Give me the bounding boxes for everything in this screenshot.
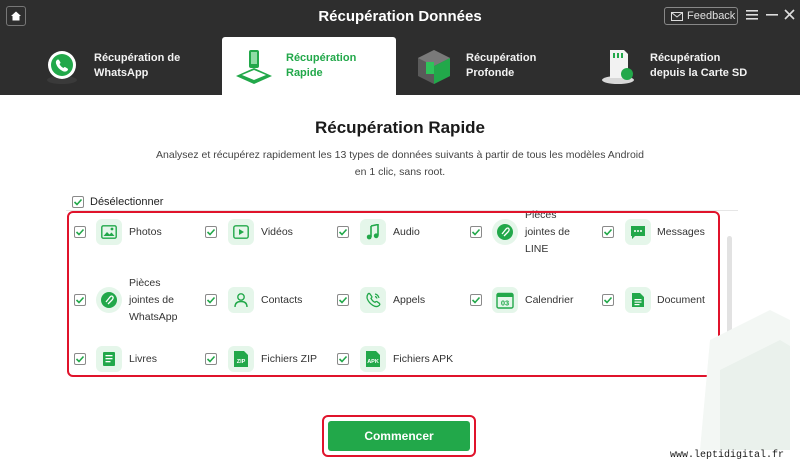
mail-icon xyxy=(671,11,683,21)
tab-label: Récupération Rapide xyxy=(286,52,357,79)
item-label: Messages xyxy=(657,226,705,238)
data-type-audio[interactable] xyxy=(337,226,349,238)
checkbox[interactable] xyxy=(337,353,349,365)
video-icon xyxy=(228,219,254,245)
data-type-photos[interactable] xyxy=(74,226,86,238)
book-icon xyxy=(96,346,122,372)
data-type-whatsapp-attachments[interactable] xyxy=(74,294,86,306)
minimize-icon[interactable] xyxy=(766,6,778,28)
item-label: Calendrier xyxy=(525,294,574,306)
background-decoration xyxy=(700,310,790,450)
item-label: Audio xyxy=(393,226,420,238)
calendar-day-text: 03 xyxy=(501,299,509,308)
tab-label: Récupération de WhatsApp xyxy=(94,52,181,79)
page-title: Récupération Rapide xyxy=(314,118,486,137)
hamburger-icon[interactable] xyxy=(746,6,758,28)
tab-whatsapp-recovery[interactable]: Récupération de WhatsApp xyxy=(40,37,215,95)
deep-recovery-icon xyxy=(412,44,456,88)
item-label: Photos xyxy=(129,226,162,238)
item-label: Vidéos xyxy=(261,226,293,238)
tab-sd-card-recovery[interactable]: Récupération depuis la Carte SD xyxy=(596,37,776,95)
checkbox[interactable] xyxy=(470,226,482,238)
page-description: Analysez et récupérez rapidement les 13 … xyxy=(156,149,644,178)
start-button[interactable]: Commencer xyxy=(328,421,470,451)
data-type-zip-files[interactable] xyxy=(205,353,217,365)
item-label: Contacts xyxy=(261,294,303,306)
item-label: Fichiers APK xyxy=(393,353,454,365)
checkbox[interactable] xyxy=(74,294,86,306)
phone-icon xyxy=(360,287,386,313)
deselect-all-toggle[interactable]: Désélectionner xyxy=(72,196,163,208)
data-type-document[interactable] xyxy=(602,294,614,306)
zip-icon: ZIP xyxy=(228,346,254,372)
item-label: Pièces jointes de LINE xyxy=(525,209,570,255)
data-type-books[interactable] xyxy=(74,353,86,365)
checkbox[interactable] xyxy=(205,226,217,238)
whatsapp-attachment-icon xyxy=(96,287,122,313)
checkbox[interactable] xyxy=(205,353,217,365)
document-icon xyxy=(625,287,651,313)
item-label: Fichiers ZIP xyxy=(261,353,318,365)
data-type-apk-files[interactable] xyxy=(337,353,349,365)
tab-label: Récupération depuis la Carte SD xyxy=(650,52,748,79)
apk-icon: APK xyxy=(360,346,386,372)
data-type-videos[interactable] xyxy=(205,226,217,238)
message-icon xyxy=(625,219,651,245)
music-icon xyxy=(360,219,386,245)
feedback-button[interactable]: Feedback xyxy=(664,7,738,25)
item-label: Livres xyxy=(129,353,158,365)
data-type-calendar[interactable] xyxy=(470,294,482,306)
title-bar: Récupération Données Feedback xyxy=(0,0,800,32)
zip-icon-text: ZIP xyxy=(237,359,246,365)
data-type-line-attachments[interactable] xyxy=(470,226,482,238)
checkbox[interactable] xyxy=(205,294,217,306)
deselect-all-label: Désélectionner xyxy=(90,196,164,208)
watermark-text: www.leptidigital.fr xyxy=(670,450,785,461)
data-type-messages[interactable] xyxy=(602,226,614,238)
feedback-label: Feedback xyxy=(687,10,736,22)
item-label: Appels xyxy=(393,294,426,306)
checkbox[interactable] xyxy=(74,226,86,238)
item-label: Pièces jointes de WhatsApp xyxy=(129,277,178,323)
close-icon[interactable] xyxy=(784,6,795,28)
checkbox[interactable] xyxy=(337,294,349,306)
data-type-calls[interactable] xyxy=(337,294,349,306)
checkbox[interactable] xyxy=(470,294,482,306)
checkbox[interactable] xyxy=(74,353,86,365)
contact-icon xyxy=(228,287,254,313)
tab-quick-recovery[interactable]: Récupération Rapide xyxy=(222,37,396,95)
checkbox[interactable] xyxy=(602,294,614,306)
whatsapp-icon xyxy=(40,44,84,88)
checkbox[interactable] xyxy=(602,226,614,238)
sd-card-icon xyxy=(596,44,640,88)
quick-recovery-icon xyxy=(232,44,276,88)
line-icon xyxy=(492,219,518,245)
checkbox[interactable] xyxy=(337,226,349,238)
apk-icon-text: APK xyxy=(367,359,379,365)
item-label: Document xyxy=(657,294,705,306)
tab-deep-recovery[interactable]: Récupération Profonde xyxy=(412,37,582,95)
tab-bar: Récupération de WhatsApp Récupération Ra… xyxy=(0,32,800,95)
tab-label: Récupération Profonde xyxy=(466,52,537,79)
data-type-contacts[interactable] xyxy=(205,294,217,306)
checkbox[interactable] xyxy=(72,196,84,208)
calendar-icon: 03 xyxy=(492,287,518,313)
photo-icon xyxy=(96,219,122,245)
